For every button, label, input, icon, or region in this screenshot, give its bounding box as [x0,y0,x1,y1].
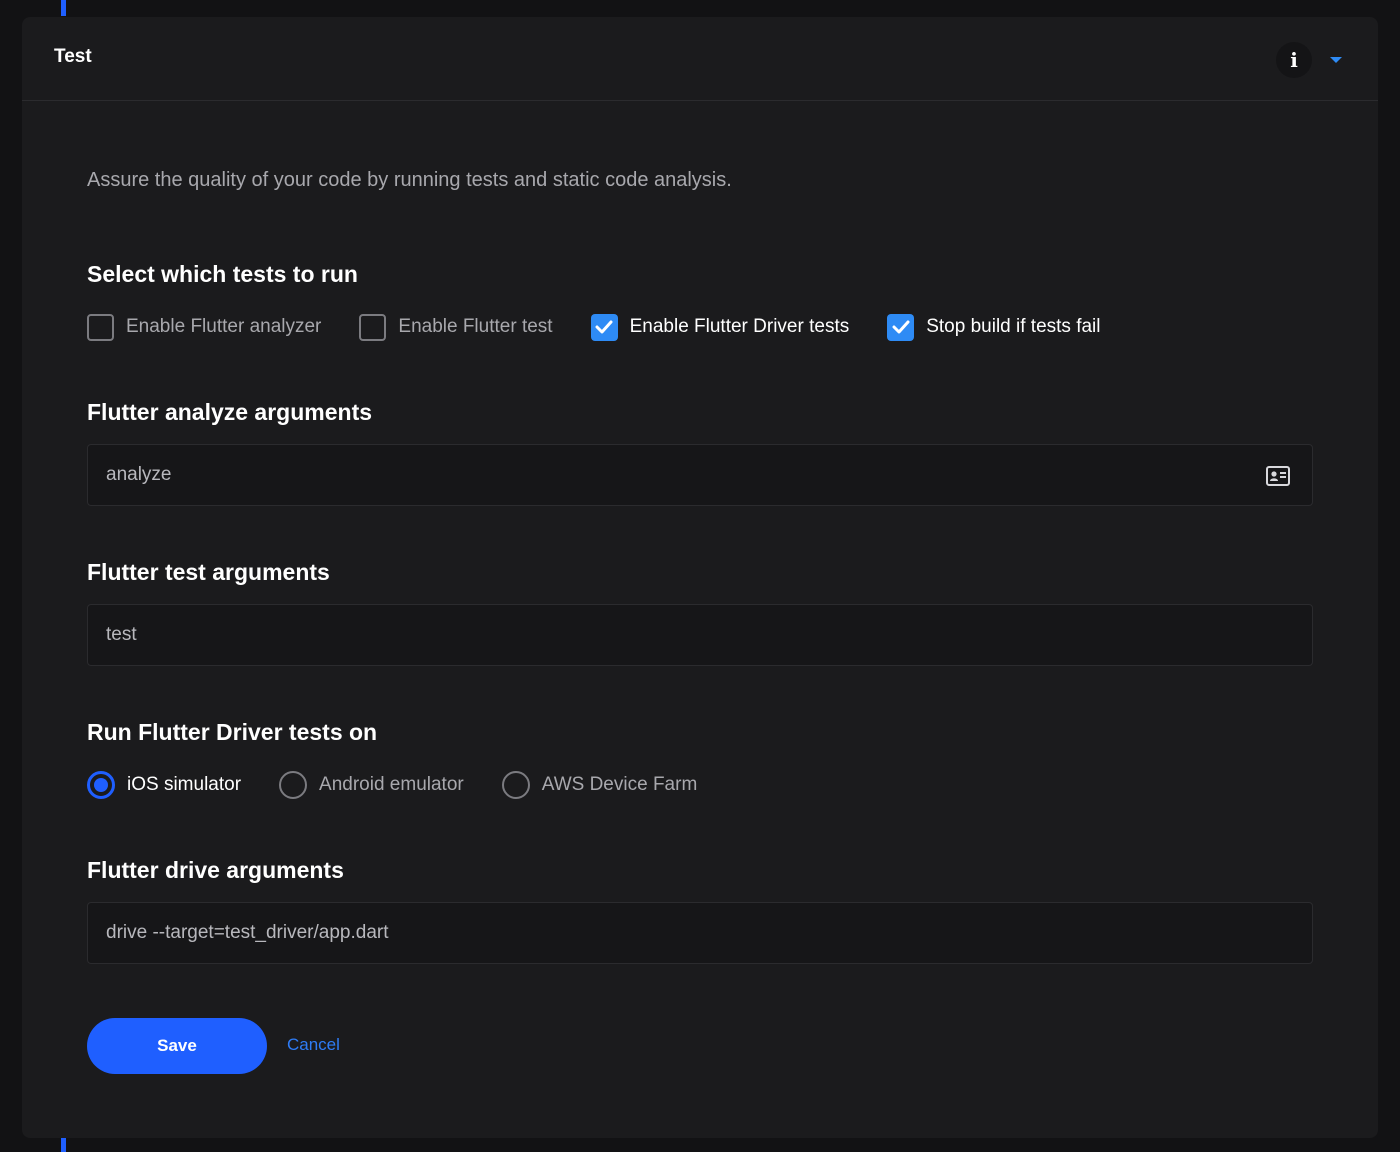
radio-label: AWS Device Farm [541,774,698,795]
checkbox-enable-flutter-analyzer[interactable]: Enable Flutter analyzer [87,313,322,341]
radio-button[interactable] [501,771,530,799]
drive-args-title: Flutter drive arguments [87,857,344,883]
panel-header[interactable]: Test i [22,17,1378,101]
contact-card-icon[interactable] [1266,466,1290,486]
radio-label: iOS simulator [127,774,242,795]
accent-bar-bottom [61,1138,66,1152]
checkbox-stop-build-if-tests-fail[interactable]: Stop build if tests fail [887,313,1101,341]
driver-target-title: Run Flutter Driver tests on [87,719,378,745]
checkbox-box[interactable] [87,313,114,341]
radio-dot [94,778,108,792]
checkbox-box[interactable] [359,313,387,341]
test-args-title: Flutter test arguments [87,559,330,585]
info-button[interactable]: i [1276,42,1312,78]
cancel-link[interactable]: Cancel [287,1035,340,1055]
tests-section-title: Select which tests to run [87,261,358,287]
radio-label: Android emulator [319,774,464,795]
checkbox-label: Stop build if tests fail [926,316,1101,337]
checkmark-icon [595,320,613,334]
info-icon: i [1290,48,1298,72]
radio-aws-device-farm[interactable]: AWS Device Farm [501,771,698,799]
chevron-down-icon[interactable] [1327,52,1345,68]
checkbox-label: Enable Flutter Driver tests [629,316,850,337]
section-description: Assure the quality of your code by runni… [87,169,732,191]
checkmark-icon [892,320,910,334]
panel-title: Test [54,46,92,67]
radio-button-selected[interactable] [87,771,115,799]
checkbox-label: Enable Flutter test [398,316,553,337]
save-button[interactable]: Save [87,1018,267,1074]
radio-android-emulator[interactable]: Android emulator [279,771,464,799]
drive-args-input[interactable] [87,902,1313,964]
analyze-args-input[interactable] [87,444,1313,506]
checkbox-label: Enable Flutter analyzer [126,316,322,337]
driver-target-radio-group: iOS simulator Android emulator AWS Devic… [87,769,735,801]
analyze-args-title: Flutter analyze arguments [87,399,373,425]
checkbox-box-checked[interactable] [590,313,618,341]
tests-checkbox-group: Enable Flutter analyzer Enable Flutter t… [87,311,1139,343]
checkbox-enable-flutter-test[interactable]: Enable Flutter test [359,313,553,341]
accent-bar-top [61,0,66,16]
radio-ios-simulator[interactable]: iOS simulator [87,771,241,799]
checkbox-box-checked[interactable] [887,313,915,341]
checkbox-enable-flutter-driver-tests[interactable]: Enable Flutter Driver tests [590,313,850,341]
test-args-input[interactable] [87,604,1313,666]
radio-button[interactable] [279,771,308,799]
test-settings-panel: Test i Assure the quality of your code b… [22,17,1378,1138]
